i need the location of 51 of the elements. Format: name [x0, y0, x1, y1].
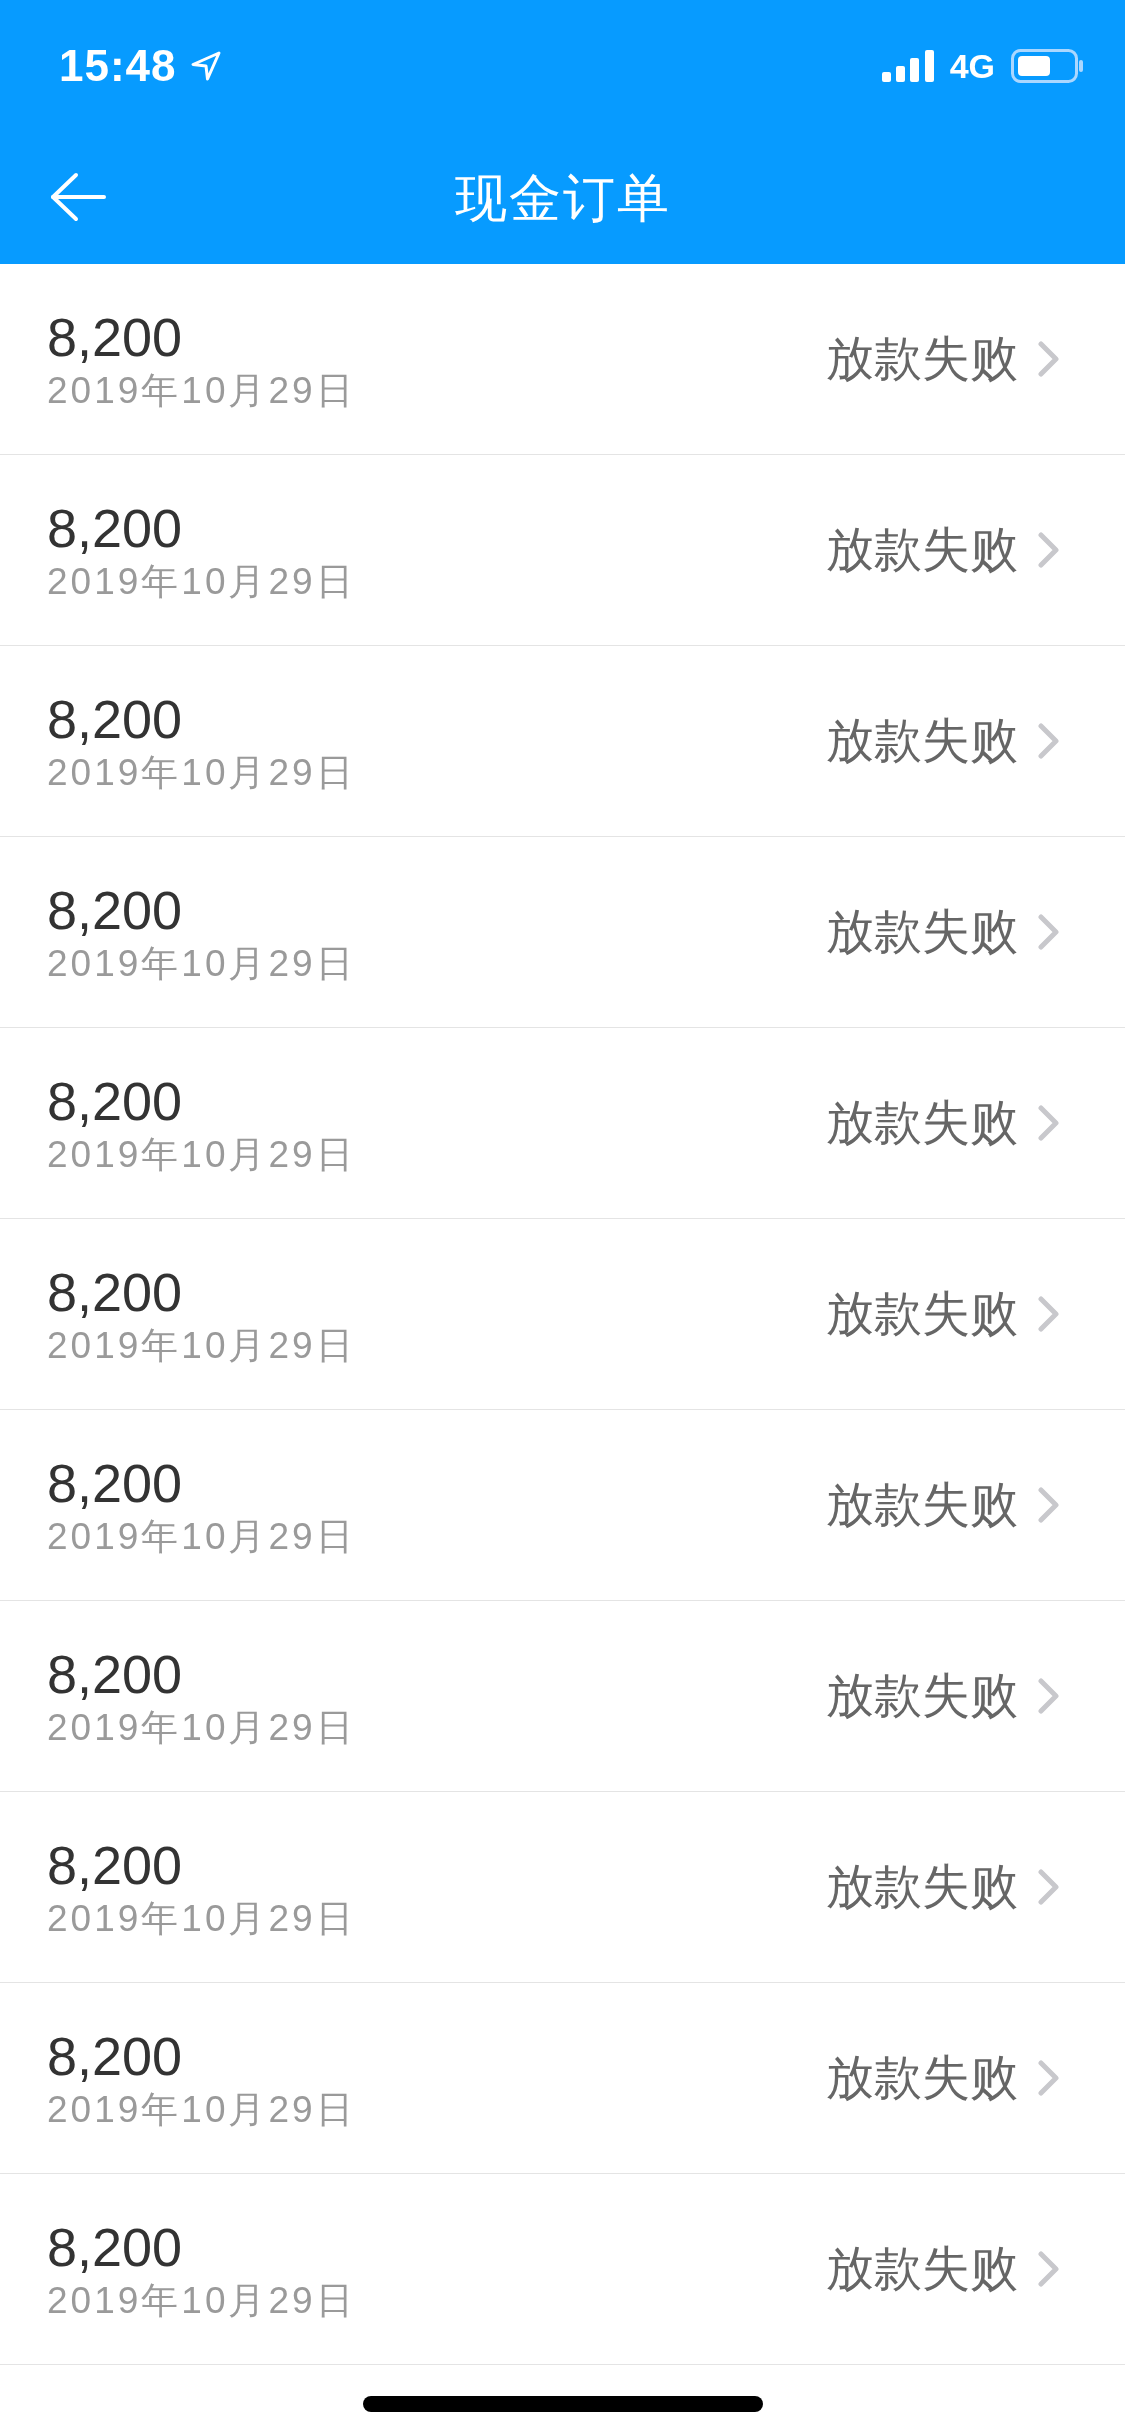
status-text: 放款失败	[826, 908, 1018, 956]
chevron-right-icon	[1038, 1296, 1060, 1332]
status-text: 放款失败	[826, 2245, 1018, 2293]
chevron-right-icon	[1038, 532, 1060, 568]
status-text: 放款失败	[826, 1863, 1018, 1911]
date-text: 2019年10月29日	[47, 753, 356, 791]
amount-text: 8,200	[47, 691, 184, 746]
status-text: 放款失败	[826, 526, 1018, 574]
amount-text: 8,200	[47, 882, 184, 937]
date-text: 2019年10月29日	[47, 1517, 356, 1555]
status-text: 放款失败	[826, 1672, 1018, 1720]
amount-text: 8,200	[47, 1646, 184, 1701]
time-text: 15:48	[59, 44, 177, 88]
chevron-right-icon	[1038, 723, 1060, 759]
chevron-right-icon	[1038, 1678, 1060, 1714]
amount-text: 8,200	[47, 1073, 184, 1128]
amount-text: 8,200	[47, 1455, 184, 1510]
status-text: 放款失败	[826, 2054, 1018, 2102]
page-title: 现金订单	[454, 172, 671, 224]
date-text: 2019年10月29日	[47, 1708, 356, 1746]
location-arrow-icon	[190, 51, 221, 81]
network-text: 4G	[949, 49, 995, 83]
amount-text: 8,200	[47, 2219, 184, 2274]
chevron-right-icon	[1038, 2251, 1060, 2287]
status-text: 放款失败	[826, 717, 1018, 765]
amount-text: 8,200	[47, 1264, 184, 1319]
amount-text: 8,200	[47, 309, 184, 364]
date-text: 2019年10月29日	[47, 371, 356, 409]
chevron-right-icon	[1038, 2060, 1060, 2096]
date-text: 2019年10月29日	[47, 562, 356, 600]
chevron-right-icon	[1038, 1487, 1060, 1523]
amount-text: 8,200	[47, 1837, 184, 1892]
date-text: 2019年10月29日	[47, 2281, 356, 2319]
battery-icon	[1011, 49, 1083, 83]
signal-icon	[881, 50, 934, 82]
status-text: 放款失败	[826, 1290, 1018, 1338]
status-text: 放款失败	[826, 1481, 1018, 1529]
chevron-right-icon	[1038, 341, 1060, 377]
date-text: 2019年10月29日	[47, 1899, 356, 1937]
date-text: 2019年10月29日	[47, 2090, 356, 2128]
date-text: 2019年10月29日	[47, 944, 356, 982]
back-button[interactable]	[50, 172, 106, 222]
chevron-right-icon	[1038, 914, 1060, 950]
amount-text: 8,200	[47, 500, 184, 555]
date-text: 2019年10月29日	[47, 1326, 356, 1364]
amount-text: 8,200	[47, 2028, 184, 2083]
status-text: 放款失败	[826, 1099, 1018, 1147]
date-text: 2019年10月29日	[47, 1135, 356, 1173]
status-text: 放款失败	[826, 335, 1018, 383]
chevron-right-icon	[1038, 1105, 1060, 1141]
chevron-right-icon	[1038, 1869, 1060, 1905]
